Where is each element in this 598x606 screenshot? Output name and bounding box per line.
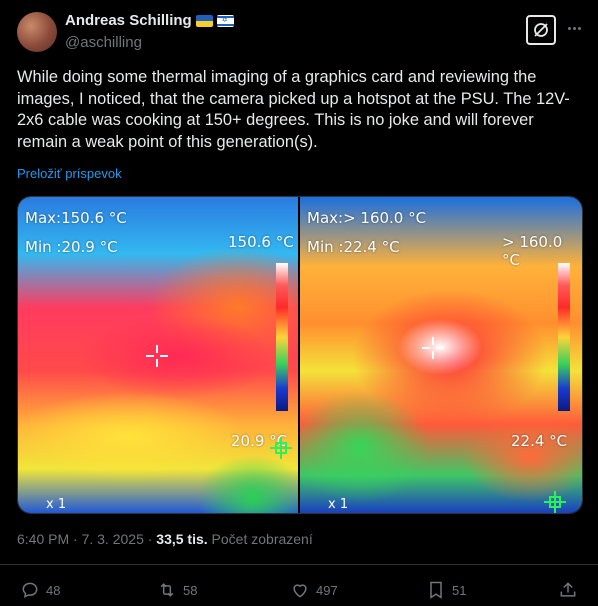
hotspot-crosshair-icon xyxy=(422,337,444,359)
like-button[interactable]: 497 xyxy=(290,580,338,600)
post-meta: 6:40 PM · 7. 3. 2025 · 33,5 tis. Počet z… xyxy=(17,531,313,547)
repost-button[interactable]: 58 xyxy=(157,580,197,600)
bookmark-button[interactable]: 51 xyxy=(426,580,466,600)
author-name[interactable]: Andreas Schilling xyxy=(65,12,192,29)
zoom-label: x 1 xyxy=(328,497,349,512)
min-temp-label: Min :22.4 °C xyxy=(307,238,400,256)
color-scale-bar xyxy=(276,263,288,411)
repost-icon xyxy=(160,583,174,597)
translate-link[interactable]: Preložiť príspevok xyxy=(17,166,122,181)
grok-icon xyxy=(534,23,548,37)
scale-bottom-label: 22.4 °C xyxy=(511,432,568,450)
israel-flag-icon: ✡ xyxy=(216,14,234,27)
thermal-image-1[interactable]: Max:150.6 °C Min :20.9 °C 150.6 °C 20.9 … xyxy=(18,197,298,513)
min-temp-label: Min :20.9 °C xyxy=(25,238,118,256)
hotspot-crosshair-icon xyxy=(146,345,168,367)
grok-button[interactable] xyxy=(526,15,556,45)
bookmark-count: 51 xyxy=(452,582,467,598)
heart-icon xyxy=(293,584,307,598)
like-count: 497 xyxy=(316,582,338,598)
color-scale-bar xyxy=(558,263,570,411)
share-icon xyxy=(560,582,576,597)
ukraine-flag-icon xyxy=(195,14,213,27)
reply-icon xyxy=(22,582,38,598)
share-button[interactable] xyxy=(558,580,578,600)
post-timestamp[interactable]: 6:40 PM · 7. 3. 2025 · xyxy=(17,531,156,547)
scale-top-label: 150.6 °C xyxy=(228,233,294,251)
post-text: While doing some thermal imaging of a gr… xyxy=(17,68,570,151)
bookmark-icon xyxy=(430,581,442,599)
thermal-image-2[interactable]: Max:> 160.0 °C Min :22.4 °C > 160.0 °C 2… xyxy=(300,197,582,513)
repost-count: 58 xyxy=(183,582,198,598)
reply-button[interactable]: 48 xyxy=(20,580,60,600)
coldspot-crosshair-icon xyxy=(270,437,292,459)
max-temp-label: Max:> 160.0 °C xyxy=(307,209,427,227)
scale-top-label: > 160.0 °C xyxy=(502,233,563,269)
coldspot-crosshair-icon xyxy=(544,491,566,513)
max-temp-label: Max:150.6 °C xyxy=(25,209,127,227)
zoom-label: x 1 xyxy=(46,497,67,512)
post-media[interactable]: Max:150.6 °C Min :20.9 °C 150.6 °C 20.9 … xyxy=(17,196,583,514)
author-name-row[interactable]: Andreas Schilling ✡ xyxy=(65,12,234,29)
author-handle[interactable]: @aschilling xyxy=(65,34,142,51)
divider xyxy=(0,564,598,565)
view-count: 33,5 tis. xyxy=(156,531,208,547)
view-count-label: Počet zobrazení xyxy=(207,531,313,547)
more-options-icon[interactable] xyxy=(565,18,583,38)
avatar[interactable] xyxy=(17,12,57,52)
reply-count: 48 xyxy=(46,582,61,598)
